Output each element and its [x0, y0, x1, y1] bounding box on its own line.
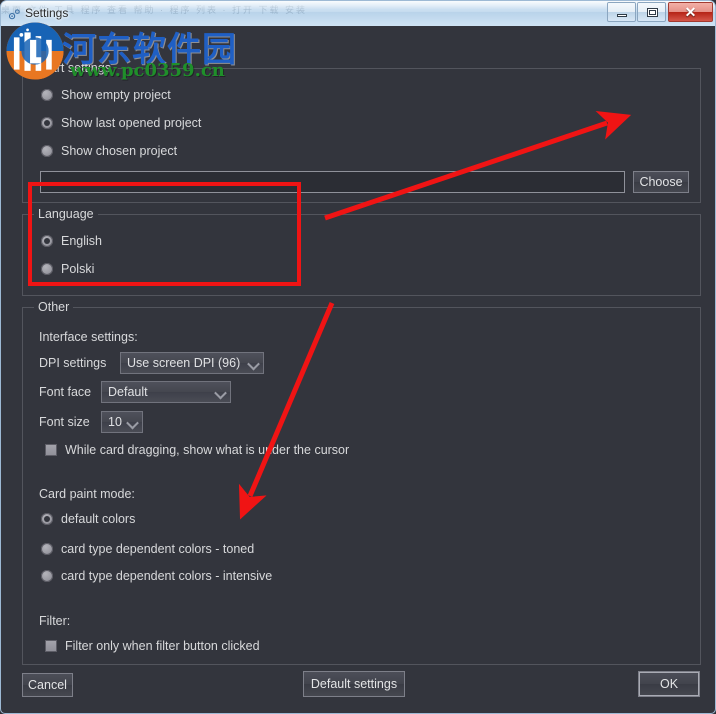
ok-button[interactable]: OK: [638, 671, 700, 697]
radio-show-empty-project[interactable]: Show empty project: [41, 88, 171, 102]
checkbox-drag-preview[interactable]: While card dragging, show what is under …: [45, 443, 349, 457]
maximize-icon: [647, 8, 658, 17]
button-gloss: [608, 3, 635, 12]
radio-indicator: [41, 513, 53, 525]
checkbox-label: Filter only when filter button clicked: [65, 639, 260, 653]
font-face-select[interactable]: Default: [101, 381, 231, 403]
default-settings-button[interactable]: Default settings: [303, 671, 405, 697]
settings-window: 桌面 文件 工具 程序 查看 帮助 · 程序 列表 · 打开 下载 安装 Set…: [0, 0, 716, 714]
choose-button[interactable]: Choose: [633, 171, 689, 193]
radio-label: card type dependent colors - intensive: [61, 569, 273, 583]
close-button[interactable]: ✕: [668, 2, 713, 22]
font-size-label: Font size: [39, 415, 90, 429]
dialog-client-area: Start settings Show empty project Show l…: [0, 26, 716, 714]
radio-indicator: [41, 235, 53, 247]
radio-card-type-toned[interactable]: card type dependent colors - toned: [41, 542, 254, 556]
radio-language-polski[interactable]: Polski: [41, 262, 94, 276]
dpi-settings-value: Use screen DPI (96): [127, 356, 241, 370]
radio-label: default colors: [61, 512, 136, 526]
radio-label: Show chosen project: [61, 144, 178, 158]
card-paint-mode-heading: Card paint mode:: [39, 487, 135, 501]
chevron-down-icon: [212, 382, 230, 402]
font-size-select[interactable]: 10: [101, 411, 143, 433]
checkbox-indicator: [45, 640, 57, 652]
radio-indicator: [41, 570, 53, 582]
settings-content: Start settings Show empty project Show l…: [4, 26, 714, 708]
radio-card-type-intensive[interactable]: card type dependent colors - intensive: [41, 569, 272, 583]
radio-indicator: [41, 89, 53, 101]
radio-show-last-opened-project[interactable]: Show last opened project: [41, 116, 201, 130]
radio-label: Polski: [61, 262, 95, 276]
radio-indicator: [41, 543, 53, 555]
start-settings-group: Start settings Show empty project Show l…: [22, 61, 701, 203]
radio-default-colors[interactable]: default colors: [41, 512, 135, 526]
other-legend: Other: [34, 300, 74, 314]
filter-heading: Filter:: [39, 614, 71, 628]
window-title: Settings: [25, 6, 69, 20]
checkbox-filter-only-on-click[interactable]: Filter only when filter button clicked: [45, 639, 260, 653]
radio-show-chosen-project[interactable]: Show chosen project: [41, 144, 177, 158]
interface-settings-heading: Interface settings:: [39, 330, 138, 344]
radio-indicator: [41, 117, 53, 129]
radio-label: card type dependent colors - toned: [61, 542, 255, 556]
close-icon: ✕: [684, 4, 697, 20]
title-bar[interactable]: 桌面 文件 工具 程序 查看 帮助 · 程序 列表 · 打开 下载 安装 Set…: [0, 0, 716, 26]
minimize-button[interactable]: [607, 2, 636, 22]
start-settings-legend: Start settings: [34, 61, 115, 75]
radio-label: English: [61, 234, 102, 248]
checkbox-indicator: [45, 444, 57, 456]
project-path-input[interactable]: [40, 171, 625, 193]
radio-indicator: [41, 145, 53, 157]
radio-language-english[interactable]: English: [41, 234, 102, 248]
chevron-down-icon: [245, 353, 263, 373]
maximize-button[interactable]: [637, 2, 666, 22]
radio-indicator: [41, 263, 53, 275]
radio-label: Show last opened project: [61, 116, 202, 130]
font-face-label: Font face: [39, 385, 92, 399]
settings-gear-icon: [8, 9, 20, 20]
language-legend: Language: [34, 207, 98, 221]
dpi-settings-select[interactable]: Use screen DPI (96): [120, 352, 264, 374]
font-face-value: Default: [108, 385, 148, 399]
checkbox-label: While card dragging, show what is under …: [65, 443, 350, 457]
minimize-icon: [617, 14, 627, 17]
dpi-settings-label: DPI settings: [39, 356, 107, 370]
glass-reflection: 桌面 文件 工具 程序 查看 帮助 · 程序 列表 · 打开 下载 安装: [1, 5, 308, 15]
radio-label: Show empty project: [61, 88, 171, 102]
chevron-down-icon: [124, 412, 142, 432]
other-group: Other Interface settings: DPI settings U…: [22, 300, 701, 665]
language-group: Language English Polski: [22, 207, 701, 296]
cancel-button[interactable]: Cancel: [22, 673, 73, 697]
font-size-value: 10: [108, 415, 122, 429]
